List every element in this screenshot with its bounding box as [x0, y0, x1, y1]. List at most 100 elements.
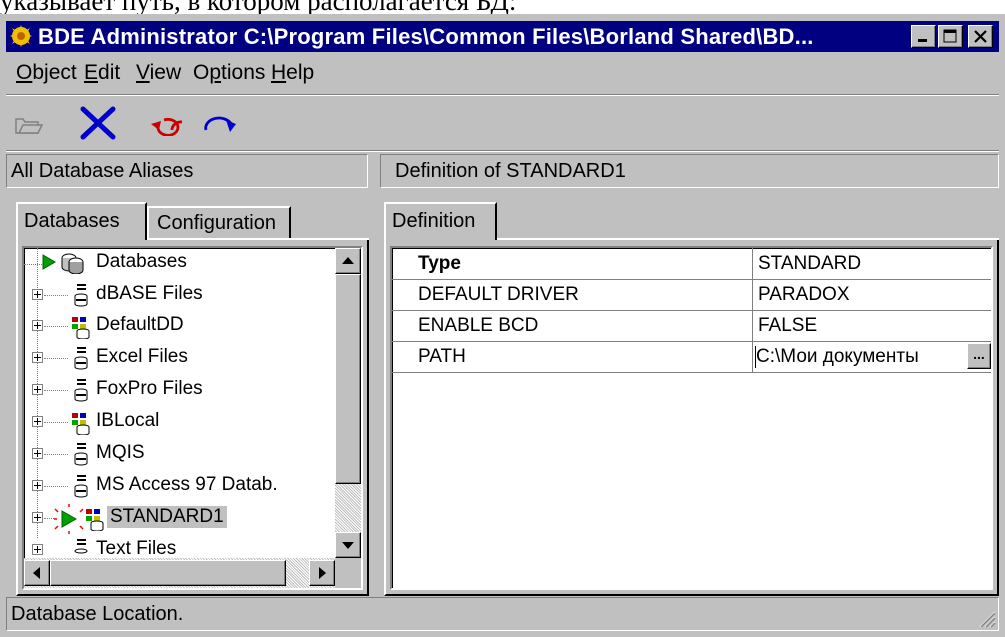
grid-key: Type	[418, 253, 461, 274]
tree-item-ms-access-97[interactable]: MS Access 97 Datab.	[24, 471, 344, 502]
grid-value: STANDARD	[758, 253, 862, 274]
minimize-button[interactable]	[911, 25, 936, 48]
expand-icon[interactable]	[32, 480, 43, 491]
tree-connector	[44, 422, 68, 423]
grid-key: DEFAULT DRIVER	[418, 284, 579, 305]
tree-connector	[44, 358, 68, 359]
minimize-icon	[918, 39, 927, 42]
tree-item-iblocal[interactable]: IBLocal	[24, 407, 344, 438]
expand-icon[interactable]	[32, 352, 43, 363]
maximize-icon	[943, 29, 957, 43]
db-standard-icon	[74, 539, 88, 554]
expand-icon[interactable]	[32, 512, 43, 523]
tree-item-defaultdd[interactable]: DefaultDD	[24, 311, 344, 342]
tree-item-mqis[interactable]: MQIS	[24, 439, 344, 470]
tree-label: DefaultDD	[96, 314, 184, 335]
scroll-corner	[335, 558, 361, 588]
tree-label-selected: STANDARD1	[107, 506, 227, 528]
tree-label: IBLocal	[96, 410, 160, 431]
toolbar-separator	[6, 150, 999, 152]
left-panel-header: All Database Aliases	[6, 154, 368, 188]
tree-connector	[44, 326, 68, 327]
tree-connector	[44, 390, 68, 391]
tree-item-standard1[interactable]: STANDARD1	[24, 503, 344, 534]
menu-edit[interactable]: Edit	[84, 61, 120, 85]
expand-icon[interactable]	[32, 384, 43, 395]
tree-label: Databases	[96, 251, 187, 272]
grid-row-line	[392, 372, 991, 373]
menu-options[interactable]: Options	[193, 61, 265, 85]
db-standard-icon	[74, 347, 88, 370]
maximize-button[interactable]	[938, 25, 963, 48]
tree-connector	[44, 486, 68, 487]
scroll-left-button[interactable]	[24, 560, 50, 586]
path-edit-field[interactable]: C:\Мои документы	[753, 342, 969, 371]
close-icon	[974, 30, 987, 43]
expand-icon[interactable]	[32, 320, 43, 331]
tree-item-text-files[interactable]: Text Files	[24, 535, 344, 555]
db-standard-icon	[74, 443, 88, 466]
tab-databases[interactable]: Databases	[16, 202, 147, 240]
scroll-right-button[interactable]	[309, 560, 335, 586]
tree-item-excel-files[interactable]: Excel Files	[24, 343, 344, 374]
grid-row-enable-bcd[interactable]: ENABLE BCD FALSE	[392, 310, 982, 341]
vertical-scroll-thumb[interactable]	[335, 274, 361, 484]
path-value: C:\Мои документы	[755, 346, 919, 368]
bde-administrator-window: BDE Administrator C:\Program Files\Commo…	[0, 14, 1005, 637]
delete-x-icon[interactable]	[78, 105, 118, 141]
horizontal-scroll-thumb[interactable]	[50, 560, 286, 586]
bde-app-icon	[8, 24, 34, 48]
tab-definition[interactable]: Definition	[384, 202, 497, 240]
tree-label: MQIS	[96, 442, 145, 463]
tab-configuration[interactable]: Configuration	[147, 206, 291, 238]
db-server-icon	[72, 413, 90, 435]
tree-label: dBASE Files	[96, 283, 203, 304]
tree-item-databases[interactable]: Databases	[24, 248, 344, 279]
arrow-right-icon	[319, 567, 326, 579]
open-folder-icon[interactable]	[14, 114, 44, 136]
grid-row-default-driver[interactable]: DEFAULT DRIVER PARADOX	[392, 279, 982, 310]
db-server-icon	[72, 317, 90, 339]
menu-help[interactable]: Help	[271, 61, 314, 85]
tree-connector	[44, 295, 68, 296]
tree-item-foxpro-files[interactable]: FoxPro Files	[24, 375, 344, 406]
tree-connector	[44, 454, 68, 455]
browse-path-button[interactable]: ...	[967, 343, 991, 369]
scroll-down-button[interactable]	[335, 532, 361, 558]
expand-icon[interactable]	[32, 448, 43, 459]
grid-row-type[interactable]: Type STANDARD	[392, 248, 982, 279]
expand-icon[interactable]	[32, 544, 43, 555]
db-standard-icon	[74, 284, 88, 307]
grid-key: PATH	[418, 346, 466, 367]
alias-tree-view[interactable]: Databases dBASE Files DefaultDD Excel Fi…	[22, 246, 363, 590]
open-database-icon	[54, 504, 84, 534]
databases-root-icon	[61, 253, 84, 274]
tab-definition-label: Definition	[392, 210, 476, 232]
tab-databases-label: Databases	[24, 210, 120, 232]
status-bar: Database Location.	[6, 597, 999, 631]
definition-grid[interactable]: Type STANDARD DEFAULT DRIVER PARADOX ENA…	[390, 246, 993, 590]
close-button[interactable]	[968, 25, 993, 48]
title-bar[interactable]: BDE Administrator C:\Program Files\Commo…	[6, 21, 999, 52]
play-arrow-icon	[42, 254, 56, 270]
size-grip-icon[interactable]	[976, 608, 996, 628]
grid-row-path[interactable]: PATH C:\Мои документы ...	[392, 341, 991, 372]
grid-value: PARADOX	[758, 284, 850, 305]
scroll-up-button[interactable]	[335, 248, 361, 274]
browse-button-label: ...	[973, 346, 985, 362]
undo-icon[interactable]	[148, 114, 188, 136]
menu-view[interactable]: View	[136, 61, 181, 85]
window-title: BDE Administrator C:\Program Files\Commo…	[38, 24, 814, 49]
tree-item-dbase-files[interactable]: dBASE Files	[24, 280, 344, 311]
expand-icon[interactable]	[32, 416, 43, 427]
expand-icon[interactable]	[32, 289, 43, 300]
arrow-left-icon	[33, 567, 40, 579]
tree-label: Excel Files	[96, 346, 188, 367]
grid-value: FALSE	[758, 315, 818, 336]
panel-splitter[interactable]	[372, 154, 378, 594]
tree-connector	[44, 518, 54, 519]
right-panel-header-label: Definition of STANDARD1	[395, 160, 626, 182]
tab-configuration-label: Configuration	[157, 212, 276, 234]
menu-object[interactable]: Object	[16, 61, 77, 85]
redo-icon[interactable]	[202, 114, 242, 136]
